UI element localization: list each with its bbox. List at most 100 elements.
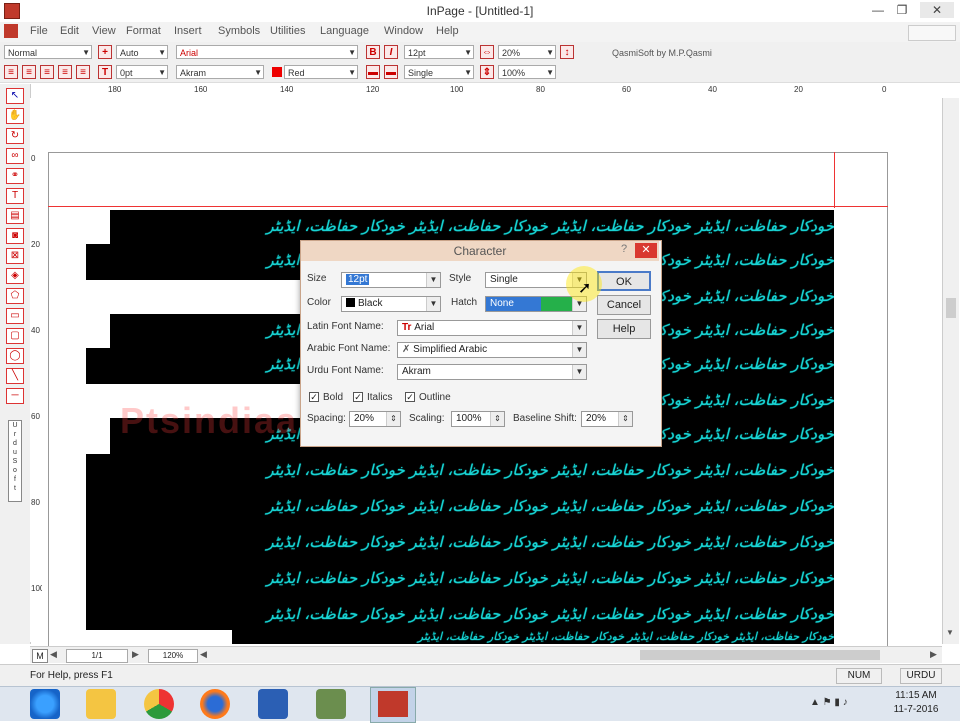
orthogonal-line-tool-icon[interactable]: ─ <box>6 388 24 404</box>
minimize-button[interactable]: — <box>866 2 890 18</box>
rectangle-tool-icon[interactable]: ▭ <box>6 308 24 324</box>
leading-icon[interactable]: + <box>98 45 112 59</box>
ie-icon[interactable] <box>30 689 60 719</box>
chrome-icon[interactable] <box>144 689 174 719</box>
baseline-shift-stepper[interactable]: 20% ⇕ <box>581 411 633 427</box>
text-tool-icon[interactable]: T <box>6 188 24 204</box>
text-line[interactable]: خودکار حفاظت، ایڈیٹر خودکار حفاظت، ایڈیٹ… <box>654 280 834 314</box>
shadow-icon[interactable]: ▬ <box>366 65 380 79</box>
scroll-right-icon[interactable]: ▶ <box>930 649 940 661</box>
cancel-button[interactable]: Cancel <box>597 295 651 315</box>
dialog-help-icon[interactable]: ? <box>617 243 631 258</box>
scaling-stepper[interactable]: 100% ⇕ <box>451 411 505 427</box>
underline-icon[interactable]: ▬ <box>384 65 398 79</box>
color-combo[interactable]: Red ▼ <box>284 65 358 79</box>
menu-window[interactable]: Window <box>384 25 423 37</box>
text-line[interactable]: خودکار حفاظت، ایڈیٹر خودکار حفاظت، ایڈیٹ… <box>86 562 834 598</box>
word-icon[interactable] <box>258 689 288 719</box>
menu-view[interactable]: View <box>92 25 116 37</box>
prev-page-icon[interactable]: ◀ <box>50 649 62 661</box>
tray-icons[interactable]: ▲ ⚑ ▮ ♪ <box>810 697 848 708</box>
page-number-field[interactable]: 1/1 <box>66 649 128 663</box>
menu-file[interactable]: File <box>30 25 48 37</box>
color-select[interactable]: Black ▼ <box>341 296 441 312</box>
line-tool-icon[interactable]: ╲ <box>6 368 24 384</box>
align-left-icon[interactable]: ≡ <box>40 65 54 79</box>
next-page-icon[interactable]: ▶ <box>132 649 144 661</box>
polygon-tool-icon[interactable]: ⬠ <box>6 288 24 304</box>
text-box-tool-icon[interactable]: ▤ <box>6 208 24 224</box>
menu-utilities[interactable]: Utilities <box>270 25 305 37</box>
oval-picture-tool-icon[interactable]: ◈ <box>6 268 24 284</box>
rotate-tool-icon[interactable]: ↻ <box>6 128 24 144</box>
horizontal-ruler[interactable]: 180 160 140 120 100 80 60 40 20 0 <box>44 84 950 99</box>
inpage-taskbar-button[interactable] <box>370 687 416 723</box>
indent-combo[interactable]: 0pt ▼ <box>116 65 168 79</box>
link-tool-icon[interactable]: ∞ <box>6 148 24 164</box>
mdi-controls[interactable] <box>908 25 956 41</box>
arabic-font-select[interactable]: ✗ Simplified Arabic ▼ <box>397 342 587 358</box>
size-select[interactable]: 12pt ▼ <box>341 272 441 288</box>
pointer-tool-icon[interactable]: ↖ <box>6 88 24 104</box>
outline-checkbox[interactable]: ✓ <box>405 392 415 402</box>
leading-combo[interactable]: Auto ▼ <box>116 45 168 59</box>
text-line[interactable]: خودکار حفاظت، ایڈیٹر خودکار حفاظت، ایڈیٹ… <box>86 490 834 526</box>
clock-date[interactable]: 11-7-2016 <box>880 704 952 715</box>
text-line[interactable]: خودکار حفاظت، ایڈیٹر خودکار حفاظت، ایڈیٹ… <box>110 210 834 244</box>
vertical-scrollbar[interactable]: ▼ <box>942 98 959 644</box>
zoom-field[interactable]: 120% <box>148 649 198 663</box>
clock-time[interactable]: 11:15 AM <box>880 690 952 701</box>
kern-icon[interactable]: ↕ <box>560 45 574 59</box>
zoom-combo[interactable]: 100% ▼ <box>498 65 556 79</box>
rotate-text-tool-icon[interactable]: ◙ <box>6 228 24 244</box>
bold-button[interactable]: B <box>366 45 380 59</box>
scale-combo[interactable]: 20% ▼ <box>498 45 556 59</box>
text-line[interactable]: خودکار حفاظت، ایڈیٹر خودکار حفاظت، ایڈیٹ… <box>86 454 834 490</box>
urdu-font-combo[interactable]: Akram ▼ <box>176 65 264 79</box>
scroll-thumb[interactable] <box>946 298 956 318</box>
size-combo[interactable]: 12pt ▼ <box>404 45 474 59</box>
latin-font-combo[interactable]: Arial ▼ <box>176 45 358 59</box>
style-combo[interactable]: Normal ▼ <box>4 45 92 59</box>
color-swatch[interactable] <box>272 67 282 77</box>
latin-font-select[interactable]: Tr Arial ▼ <box>397 320 587 336</box>
text-line[interactable]: خودکار حفاظت، ایڈیٹر خودکار حفاظت، ایڈیٹ… <box>232 630 834 644</box>
scroll-down-icon[interactable]: ▼ <box>946 628 954 637</box>
hatch-select[interactable]: None ▼ <box>485 296 587 312</box>
files-icon[interactable] <box>316 689 346 719</box>
text-line[interactable]: خودکار حفاظت، ایڈیٹر خودکار حفاظت، ایڈیٹ… <box>86 526 834 562</box>
scroll-left-icon[interactable]: ◀ <box>200 649 210 661</box>
help-button[interactable]: Help <box>597 319 651 339</box>
unlink-tool-icon[interactable]: ⚭ <box>6 168 24 184</box>
tracking-icon[interactable]: ⇕ <box>480 65 494 79</box>
italic-button[interactable]: I <box>384 45 398 59</box>
indent-icon[interactable]: T <box>98 65 112 79</box>
menu-help[interactable]: Help <box>436 25 459 37</box>
menu-format[interactable]: Format <box>126 25 161 37</box>
urdu-font-select[interactable]: Akram ▼ <box>397 364 587 380</box>
menu-language[interactable]: Language <box>320 25 369 37</box>
italics-checkbox[interactable]: ✓ <box>353 392 363 402</box>
menu-symbols[interactable]: Symbols <box>218 25 260 37</box>
ok-button[interactable]: OK <box>597 271 651 291</box>
bold-checkbox[interactable]: ✓ <box>309 392 319 402</box>
h-scroll-thumb[interactable] <box>640 650 880 660</box>
align-right-icon[interactable]: ≡ <box>4 65 18 79</box>
scale-icon[interactable]: ⇔ <box>480 45 494 59</box>
text-line[interactable]: خودکار حفاظت، ایڈیٹر خودکار حفاظت، ایڈیٹ… <box>654 384 834 418</box>
hand-tool-icon[interactable]: ✋ <box>6 108 24 124</box>
rounded-rect-tool-icon[interactable]: ▢ <box>6 328 24 344</box>
picture-box-tool-icon[interactable]: ⊠ <box>6 248 24 264</box>
ellipse-tool-icon[interactable]: ◯ <box>6 348 24 364</box>
menu-edit[interactable]: Edit <box>60 25 79 37</box>
master-page-button[interactable]: M <box>32 649 48 663</box>
spacing-stepper[interactable]: 20% ⇕ <box>349 411 401 427</box>
justify-icon[interactable]: ≡ <box>58 65 72 79</box>
explorer-icon[interactable] <box>86 689 116 719</box>
dialog-close-button[interactable]: ✕ <box>635 243 657 258</box>
justify-all-icon[interactable]: ≡ <box>76 65 90 79</box>
restore-button[interactable]: ❐ <box>890 2 914 18</box>
menu-insert[interactable]: Insert <box>174 25 202 37</box>
close-button[interactable]: ✕ <box>920 2 954 18</box>
text-line[interactable]: خودکار حفاظت، ایڈیٹر خودکار حفاظت، ایڈیٹ… <box>86 598 834 630</box>
